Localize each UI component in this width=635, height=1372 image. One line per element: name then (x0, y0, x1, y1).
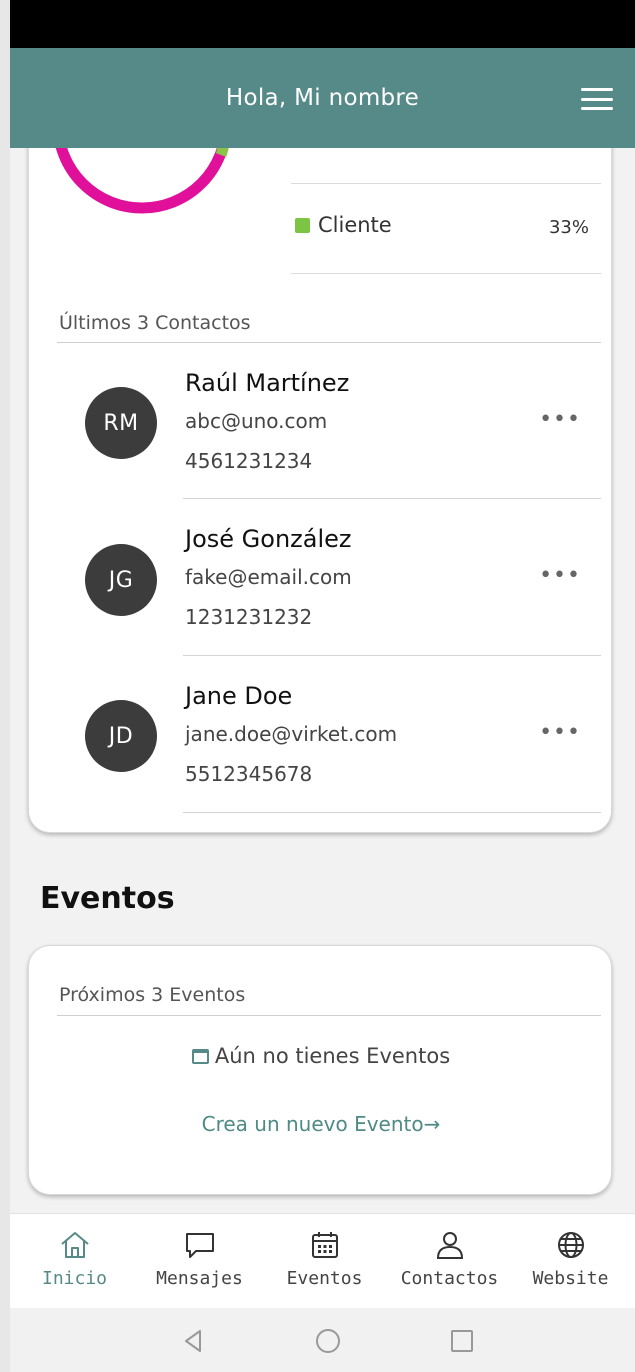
person-icon (436, 1232, 463, 1259)
app-header: Hola, Mi nombre (10, 48, 635, 148)
contacts-section-label: Últimos 3 Contactos (59, 312, 251, 334)
contact-phone: 5512345678 (185, 762, 313, 786)
avatar: RM (85, 387, 157, 459)
contact-item[interactable]: JD Jane Doe jane.doe@virket.com 55123456… (29, 656, 613, 813)
events-empty-state: Aún no tienes Eventos (29, 1044, 613, 1068)
contact-email: jane.doe@virket.com (185, 722, 398, 746)
create-event-link[interactable]: Crea un nuevo Evento→ (29, 1112, 613, 1136)
tab-label: Eventos (286, 1268, 363, 1289)
system-nav-bar (10, 1308, 635, 1372)
tab-inicio[interactable]: Inicio (12, 1214, 137, 1309)
main-content[interactable]: Cliente 33% Últimos 3 Contactos RM Raúl … (10, 148, 635, 1213)
contacts-card: Cliente 33% Últimos 3 Contactos RM Raúl … (28, 148, 612, 833)
calendar-icon (191, 1049, 209, 1064)
section-divider (57, 1015, 601, 1016)
tab-mensajes[interactable]: Mensajes (137, 1214, 262, 1309)
header-title: Hola, Mi nombre (225, 85, 420, 111)
donut-pink-segment (55, 148, 229, 214)
more-options-icon[interactable]: ••• (539, 563, 581, 588)
tab-contactos[interactable]: Contactos (387, 1214, 512, 1309)
avatar: JG (85, 544, 157, 616)
calendar-icon (311, 1232, 338, 1258)
recents-square-icon[interactable] (447, 1326, 477, 1356)
contact-name: Raúl Martínez (185, 369, 350, 397)
tab-website[interactable]: Website (508, 1214, 633, 1309)
home-icon (60, 1232, 89, 1258)
contact-email: fake@email.com (185, 565, 352, 589)
tab-label: Inicio (41, 1268, 108, 1289)
more-options-icon[interactable]: ••• (539, 407, 581, 432)
home-circle-icon[interactable] (313, 1326, 343, 1356)
donut-green-segment (215, 148, 229, 157)
donut-chart (55, 148, 229, 214)
tab-label: Website (532, 1268, 609, 1289)
hamburger-icon[interactable] (581, 88, 613, 110)
legend-percent: 33% (548, 217, 589, 238)
legend-divider (291, 273, 601, 274)
events-heading: Eventos (40, 881, 175, 916)
avatar: JD (85, 700, 157, 772)
events-card: Próximos 3 Eventos Aún no tienes Eventos… (28, 945, 612, 1195)
legend-swatch (295, 217, 310, 233)
screen-edge (0, 0, 10, 1372)
contact-item[interactable]: JG José González fake@email.com 12312312… (29, 499, 613, 656)
contact-phone: 1231231232 (185, 605, 313, 629)
tab-eventos[interactable]: Eventos (262, 1214, 387, 1309)
legend-label: Cliente (318, 213, 392, 237)
more-options-icon[interactable]: ••• (539, 720, 581, 745)
tab-label: Contactos (400, 1268, 499, 1289)
tab-label: Mensajes (156, 1268, 243, 1289)
events-section-label: Próximos 3 Eventos (59, 984, 246, 1006)
item-divider (183, 812, 601, 813)
contact-item[interactable]: RM Raúl Martínez abc@uno.com 4561231234 … (29, 343, 613, 499)
bottom-tab-bar: Inicio Mensajes Eventos Contactos Websit… (10, 1213, 635, 1308)
legend-item-cliente: Cliente 33% (295, 207, 595, 243)
globe-icon (557, 1232, 584, 1258)
contact-name: José González (185, 525, 352, 553)
contact-phone: 4561231234 (185, 449, 313, 473)
back-triangle-icon[interactable] (178, 1326, 208, 1356)
legend-divider (291, 183, 601, 184)
contact-email: abc@uno.com (185, 409, 328, 433)
status-bar (10, 0, 635, 48)
chat-bubble-icon (185, 1233, 214, 1258)
contact-name: Jane Doe (185, 682, 293, 710)
events-empty-text: Aún no tienes Eventos (214, 1044, 451, 1068)
